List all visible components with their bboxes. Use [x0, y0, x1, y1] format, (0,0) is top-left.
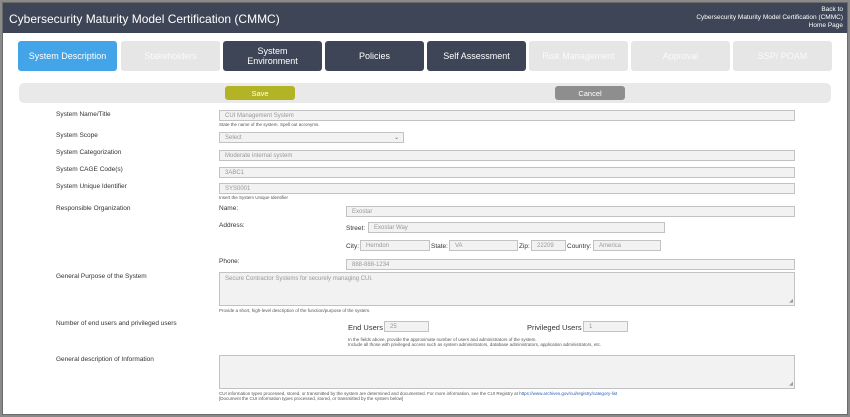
general-purpose-textarea[interactable]: Secure Contractor Systems for securely m… — [219, 272, 795, 306]
users-hint-2: Include all those with privileged access… — [348, 342, 602, 347]
zip-label: Zip: — [519, 243, 530, 250]
address-label: Address: — [219, 222, 245, 229]
app-window: Cybersecurity Maturity Model Certificati… — [2, 2, 848, 415]
system-name-hint: State the name of the system. Spell out … — [219, 122, 320, 127]
back-home-link[interactable]: Back to Cybersecurity Maturity Model Cer… — [696, 6, 843, 30]
country-input[interactable]: America — [593, 240, 661, 251]
system-scope-select[interactable]: Select ⌄ — [219, 132, 404, 143]
system-categorization-input[interactable]: Moderate internal system — [219, 150, 795, 161]
state-label: State: — [431, 243, 448, 250]
tab-ssp-poam[interactable]: SSP/ POAM — [733, 41, 832, 71]
system-uid-label: System Unique Identifier — [56, 183, 127, 190]
tab-system-description[interactable]: System Description — [18, 41, 117, 71]
system-cage-label: System CAGE Code(s) — [56, 166, 123, 173]
info-description-textarea[interactable]: ◢ — [219, 355, 795, 389]
system-scope-value: Select — [225, 134, 242, 141]
general-purpose-hint: Provide a short, high-level description … — [219, 308, 371, 313]
system-cage-input[interactable]: 3ABC1 — [219, 167, 795, 178]
tab-stakeholders[interactable]: Stakeholders — [121, 41, 220, 71]
city-input[interactable]: Herndon — [360, 240, 430, 251]
chevron-down-icon: ⌄ — [393, 135, 399, 141]
responsible-org-label: Responsible Organization — [56, 205, 131, 212]
save-button[interactable]: Save — [225, 86, 295, 100]
resize-handle-icon[interactable]: ◢ — [789, 381, 793, 387]
system-scope-label: System Scope — [56, 132, 98, 139]
system-name-label: System Name/Title — [56, 111, 111, 118]
phone-input[interactable]: 888-888-1234 — [346, 259, 795, 270]
resize-handle-icon[interactable]: ◢ — [789, 298, 793, 304]
phone-label: Phone: — [219, 258, 240, 265]
cui-registry-link[interactable]: https://www.archives.gov/cui/registry/ca… — [519, 391, 617, 396]
privileged-users-label: Privileged Users — [527, 323, 582, 332]
end-users-input[interactable]: 25 — [384, 321, 429, 332]
general-purpose-value: Secure Contractor Systems for securely m… — [225, 276, 373, 282]
org-name-input[interactable]: Exostar — [346, 206, 795, 217]
info-description-label: General description of Information — [56, 356, 154, 363]
state-input[interactable]: VA — [449, 240, 518, 251]
org-name-label: Name: — [219, 205, 239, 212]
cancel-button[interactable]: Cancel — [555, 86, 625, 100]
system-name-input[interactable]: CUI Management System — [219, 110, 795, 121]
action-bar: Save Cancel — [19, 83, 831, 103]
app-title: Cybersecurity Maturity Model Certificati… — [9, 12, 280, 26]
general-purpose-label: General Purpose of the System — [56, 273, 147, 280]
tab-system-environment[interactable]: System Environment — [223, 41, 322, 71]
end-users-label: End Users — [348, 323, 384, 332]
back-line-2: Cybersecurity Maturity Model Certificati… — [696, 14, 843, 21]
users-label: Number of end users and privileged users — [56, 320, 177, 327]
tab-risk-management[interactable]: Risk Management — [529, 41, 628, 71]
street-label: Street: — [346, 225, 366, 232]
tab-self-assessment[interactable]: Self Assessment — [427, 41, 526, 71]
city-label: City: — [346, 243, 359, 250]
zip-input[interactable]: 22209 — [531, 240, 566, 251]
app-header: Cybersecurity Maturity Model Certificati… — [3, 3, 847, 33]
system-uid-hint: Insert the System Unique Identifier — [219, 195, 289, 200]
tab-policies[interactable]: Policies — [325, 41, 424, 71]
system-uid-input[interactable]: SYS0001 — [219, 183, 795, 194]
privileged-users-input[interactable]: 1 — [583, 321, 628, 332]
tab-approval[interactable]: Approval — [631, 41, 730, 71]
back-line-3: Home Page — [808, 22, 843, 29]
street-input[interactable]: Exostar Way — [368, 222, 665, 233]
country-label: Country: — [567, 243, 592, 250]
back-line-1: Back to — [821, 6, 843, 13]
system-categorization-label: System Categorization — [56, 149, 122, 156]
info-hint-2: [Document the CUI information types proc… — [219, 396, 404, 401]
step-tabs: System Description Stakeholders System E… — [18, 41, 833, 71]
